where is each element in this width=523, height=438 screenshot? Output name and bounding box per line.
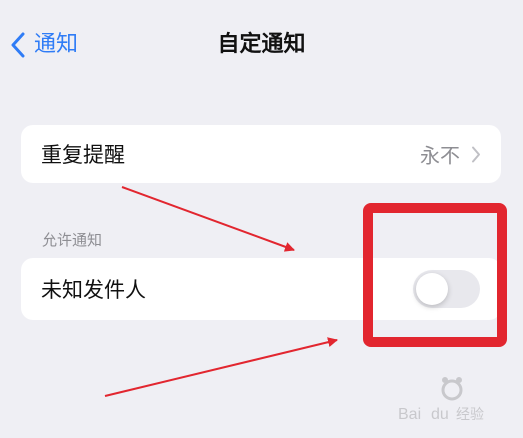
watermark-logo: Bai du 经验 bbox=[398, 377, 484, 423]
svg-text:经验: 经验 bbox=[456, 406, 484, 422]
svg-text:du: du bbox=[431, 406, 449, 423]
svg-text:Bai: Bai bbox=[398, 406, 421, 423]
annotation-arrow-upper bbox=[121, 186, 295, 252]
annotation-arrow-lower bbox=[104, 337, 338, 397]
annotation-arrows bbox=[104, 186, 338, 397]
